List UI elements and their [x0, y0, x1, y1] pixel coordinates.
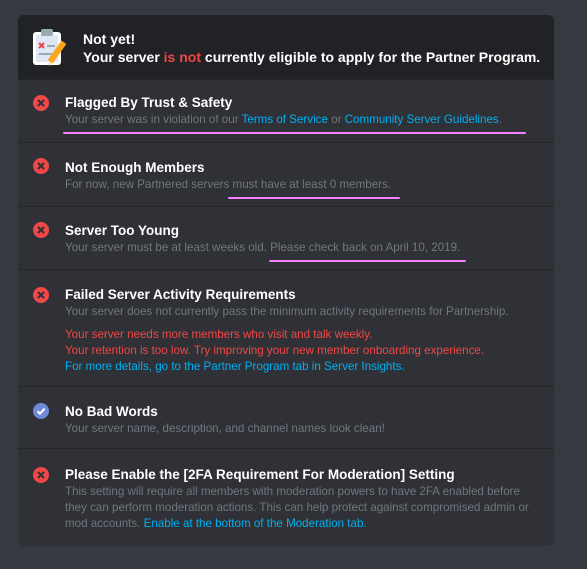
requirement-trust-safety: Flagged By Trust & Safety Your server wa… [18, 79, 554, 143]
requirement-title: Please Enable the [2FA Requirement For M… [65, 467, 455, 482]
requirement-title: Server Too Young [65, 223, 180, 238]
eligibility-header: Not yet! Your server is not currently el… [18, 15, 554, 79]
x-circle-icon [33, 222, 49, 238]
requirement-description: For now, new Partnered servers must have… [65, 178, 392, 191]
header-subtitle: Your server is not currently eligible to… [83, 49, 541, 65]
highlight-underline [228, 197, 400, 199]
check-circle-icon [33, 403, 49, 419]
requirement-title: Failed Server Activity Requirements [65, 287, 296, 302]
requirement-description: Your server does not currently pass the … [65, 305, 509, 318]
requirement-server-age: Server Too Young Your server must be at … [18, 206, 554, 270]
moderation-tab-link[interactable]: Enable at the bottom of the Moderation t… [144, 517, 367, 530]
x-circle-icon [33, 158, 49, 174]
x-circle-icon [33, 467, 49, 483]
requirement-title: Flagged By Trust & Safety [65, 95, 233, 110]
partner-eligibility-panel: Not yet! Your server is not currently el… [18, 15, 554, 546]
server-insights-link[interactable]: For more details, go to the Partner Prog… [65, 359, 405, 375]
requirement-members: Not Enough Members For now, new Partnere… [18, 142, 554, 207]
x-circle-icon [33, 95, 49, 111]
requirement-title: No Bad Words [65, 404, 158, 419]
requirement-2fa: Please Enable the [2FA Requirement For M… [18, 448, 554, 546]
highlight-underline [269, 260, 466, 262]
activity-warning-retention: Your retention is too low. Try improving… [65, 344, 485, 357]
clipboard-checklist-icon [33, 29, 66, 66]
requirement-description: Your server name, description, and chann… [65, 422, 385, 435]
requirement-description: Your server must be at least weeks old. … [65, 241, 461, 254]
requirement-description: This setting will require all members wi… [65, 485, 529, 530]
activity-warning-members: Your server needs more members who visit… [65, 328, 373, 341]
terms-of-service-link[interactable]: Terms of Service [242, 113, 328, 126]
requirement-activity: Failed Server Activity Requirements Your… [18, 269, 554, 387]
x-circle-icon [33, 287, 49, 303]
highlight-underline [63, 132, 526, 134]
requirement-description: Your server was in violation of our Term… [65, 113, 502, 126]
requirement-bad-words: No Bad Words Your server name, descripti… [18, 386, 554, 449]
community-guidelines-link[interactable]: Community Server Guidelines [345, 113, 499, 126]
requirement-title: Not Enough Members [65, 160, 205, 175]
header-title: Not yet! [83, 31, 136, 47]
